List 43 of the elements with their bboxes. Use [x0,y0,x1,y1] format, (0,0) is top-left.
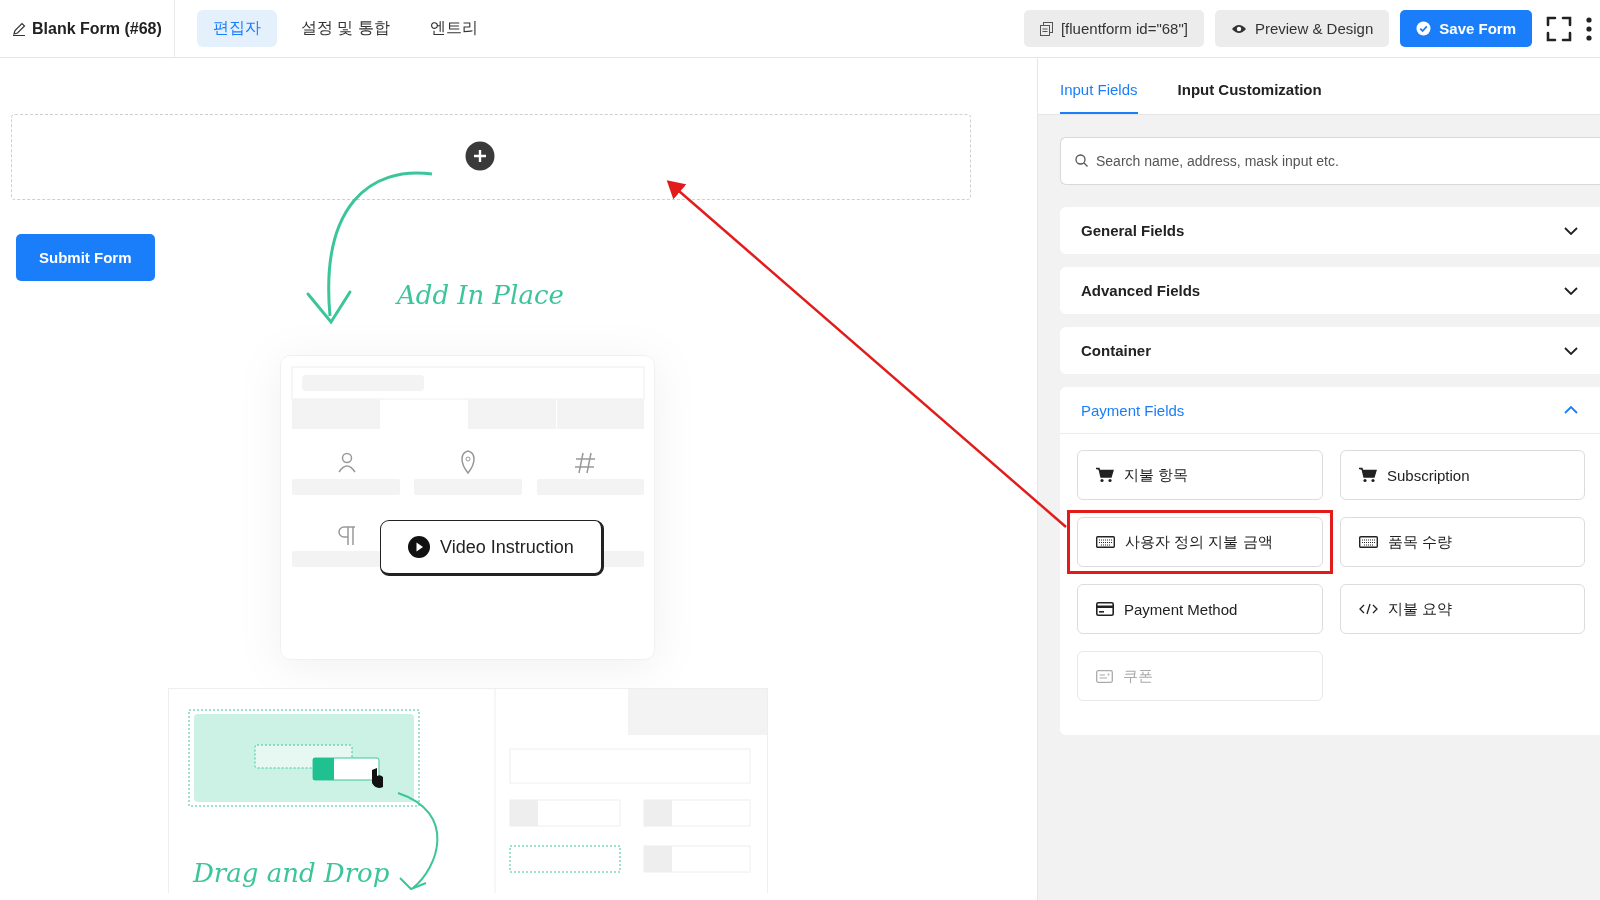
shortcode-button[interactable]: [fluentform id="68"] [1023,10,1204,47]
ticket-icon [1096,669,1113,683]
credit-card-icon [1096,602,1114,616]
video-button[interactable]: Video Instruction [380,520,604,576]
nav-tab[interactable]: 설정 및 통합 [284,10,406,47]
field-item[interactable]: 지불 항목 [1077,450,1323,500]
section-header[interactable]: General Fields [1060,207,1600,254]
panel-tab[interactable]: Input Fields [1060,81,1138,114]
cart-icon [1096,467,1114,483]
more-icon[interactable] [1586,16,1592,41]
field-item[interactable]: Payment Method [1077,584,1323,634]
submit-button[interactable]: Submit Form [16,234,155,281]
eye-icon [1230,22,1247,35]
preview-button[interactable]: Preview & Design [1214,10,1390,47]
hint-label: Add In Place [397,280,564,310]
panel-tab[interactable]: Input Customization [1177,81,1322,114]
field-item[interactable]: Subscription [1340,450,1585,500]
nav-tab[interactable]: 엔트리 [413,10,494,47]
search-field[interactable]: Search name, address, mask input etc. [1060,137,1600,185]
copy-icon [1039,21,1053,36]
code-icon [1359,603,1378,615]
pencil-icon [12,21,26,36]
save-button[interactable]: Save Form [1400,10,1532,47]
play-icon [408,536,431,558]
search-icon [1075,154,1088,167]
fullscreen-icon[interactable] [1546,15,1572,42]
check-circle-icon [1416,21,1432,36]
form-title: Blank Form (#68) [32,19,162,38]
hint-label: Drag and Drop [193,858,390,888]
section-header[interactable]: Advanced Fields [1060,267,1600,314]
section-header[interactable]: Container [1060,327,1600,374]
keyboard-icon [1096,536,1115,548]
add-field-icon[interactable] [465,141,495,171]
chevron-up-icon [1564,406,1578,414]
section-header[interactable]: Payment Fields [1060,387,1600,434]
field-item[interactable]: 품목 수량 [1340,517,1585,567]
field-item[interactable]: 사용자 정의 지불 금액 [1077,517,1323,567]
field-item[interactable]: 지불 요약 [1340,584,1585,634]
keyboard-icon [1359,536,1378,548]
chevron-down-icon [1564,286,1578,295]
chevron-down-icon [1564,346,1578,355]
cart-icon [1359,467,1377,483]
chevron-down-icon [1564,226,1578,235]
